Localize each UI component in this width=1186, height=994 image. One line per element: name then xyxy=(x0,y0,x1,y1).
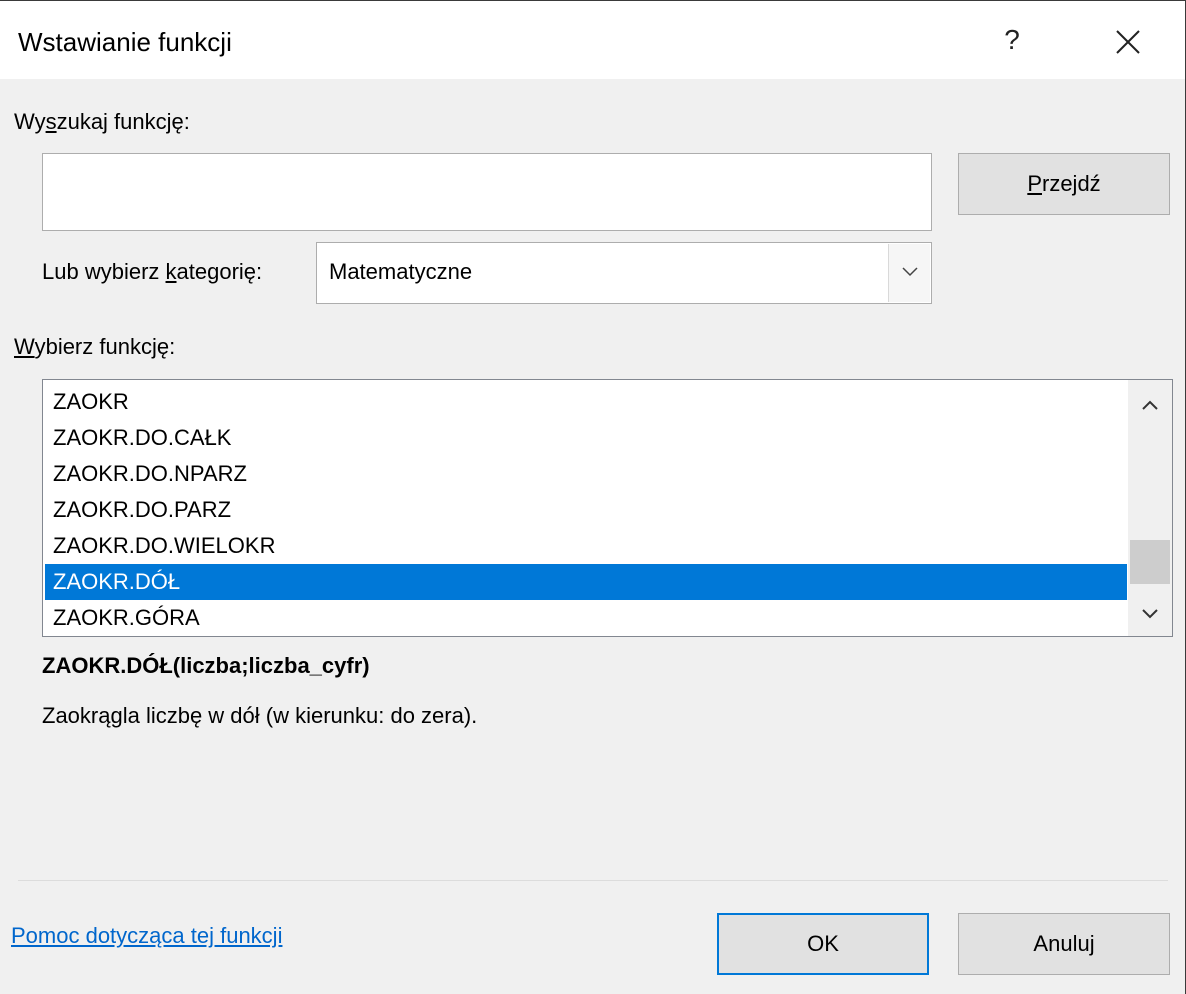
vertical-scrollbar[interactable] xyxy=(1128,380,1172,636)
list-item[interactable]: ZAOKR.GÓRA xyxy=(45,600,1127,636)
function-list: ZAOKR ZAOKR.DO.CAŁK ZAOKR.DO.NPARZ ZAOKR… xyxy=(45,384,1127,636)
functions-label-accelerator: W xyxy=(14,334,35,359)
list-item-selected[interactable]: ZAOKR.DÓŁ xyxy=(45,564,1127,600)
list-item[interactable]: ZAOKR xyxy=(45,384,1127,420)
chevron-up-icon xyxy=(1142,400,1158,410)
category-label-accelerator: k xyxy=(165,259,177,284)
go-button-label: rzejdź xyxy=(1042,171,1101,196)
list-item[interactable]: ZAOKR.DO.PARZ xyxy=(45,492,1127,528)
footer-divider xyxy=(18,880,1168,881)
list-item[interactable]: ZAOKR.DO.CAŁK xyxy=(45,420,1127,456)
category-label: Lub wybierz kategorię: xyxy=(42,259,262,285)
category-dropdown[interactable]: Matematyczne xyxy=(316,242,932,304)
close-button[interactable] xyxy=(1104,21,1150,61)
help-button[interactable]: ? xyxy=(990,15,1034,65)
scroll-down-button[interactable] xyxy=(1128,595,1172,635)
search-label-part: Wy xyxy=(14,109,46,134)
go-button[interactable]: Przejdź xyxy=(958,153,1170,215)
insert-function-dialog: Wstawianie funkcji ? Wyszukaj funkcję: P… xyxy=(0,0,1186,994)
function-help-link[interactable]: Pomoc dotycząca tej funkcji xyxy=(11,923,282,949)
category-label-part: ategorię: xyxy=(176,259,263,284)
scroll-up-button[interactable] xyxy=(1128,386,1172,426)
scrollbar-thumb[interactable] xyxy=(1130,540,1170,584)
search-label: Wyszukaj funkcję: xyxy=(14,109,190,135)
category-label-part: Lub wybierz xyxy=(42,259,166,284)
search-label-accelerator: s xyxy=(45,109,57,134)
cancel-button[interactable]: Anuluj xyxy=(958,913,1170,975)
ok-button[interactable]: OK xyxy=(717,913,929,975)
category-selected-value: Matematyczne xyxy=(329,259,473,284)
close-icon xyxy=(1116,30,1140,54)
list-item[interactable]: ZAOKR.DO.WIELOKR xyxy=(45,528,1127,564)
chevron-down-icon xyxy=(1142,609,1158,619)
list-item[interactable]: ZAOKR.DO.NPARZ xyxy=(45,456,1127,492)
go-button-accelerator: P xyxy=(1027,171,1042,196)
function-listbox[interactable]: ZAOKR ZAOKR.DO.CAŁK ZAOKR.DO.NPARZ ZAOKR… xyxy=(42,379,1173,637)
search-input[interactable] xyxy=(42,153,932,231)
category-dropdown-button[interactable] xyxy=(888,244,930,302)
functions-label-part: ybierz funkcję: xyxy=(34,334,176,359)
title-bar: Wstawianie funkcji ? xyxy=(0,1,1185,79)
functions-label: Wybierz funkcję: xyxy=(14,334,175,360)
chevron-down-icon xyxy=(902,267,918,277)
dialog-title: Wstawianie funkcji xyxy=(18,27,232,57)
function-signature: ZAOKR.DÓŁ(liczba;liczba_cyfr) xyxy=(42,653,370,678)
search-label-part: zukaj funkcję: xyxy=(56,109,190,134)
function-description: Zaokrągla liczbę w dół (w kierunku: do z… xyxy=(42,703,478,728)
